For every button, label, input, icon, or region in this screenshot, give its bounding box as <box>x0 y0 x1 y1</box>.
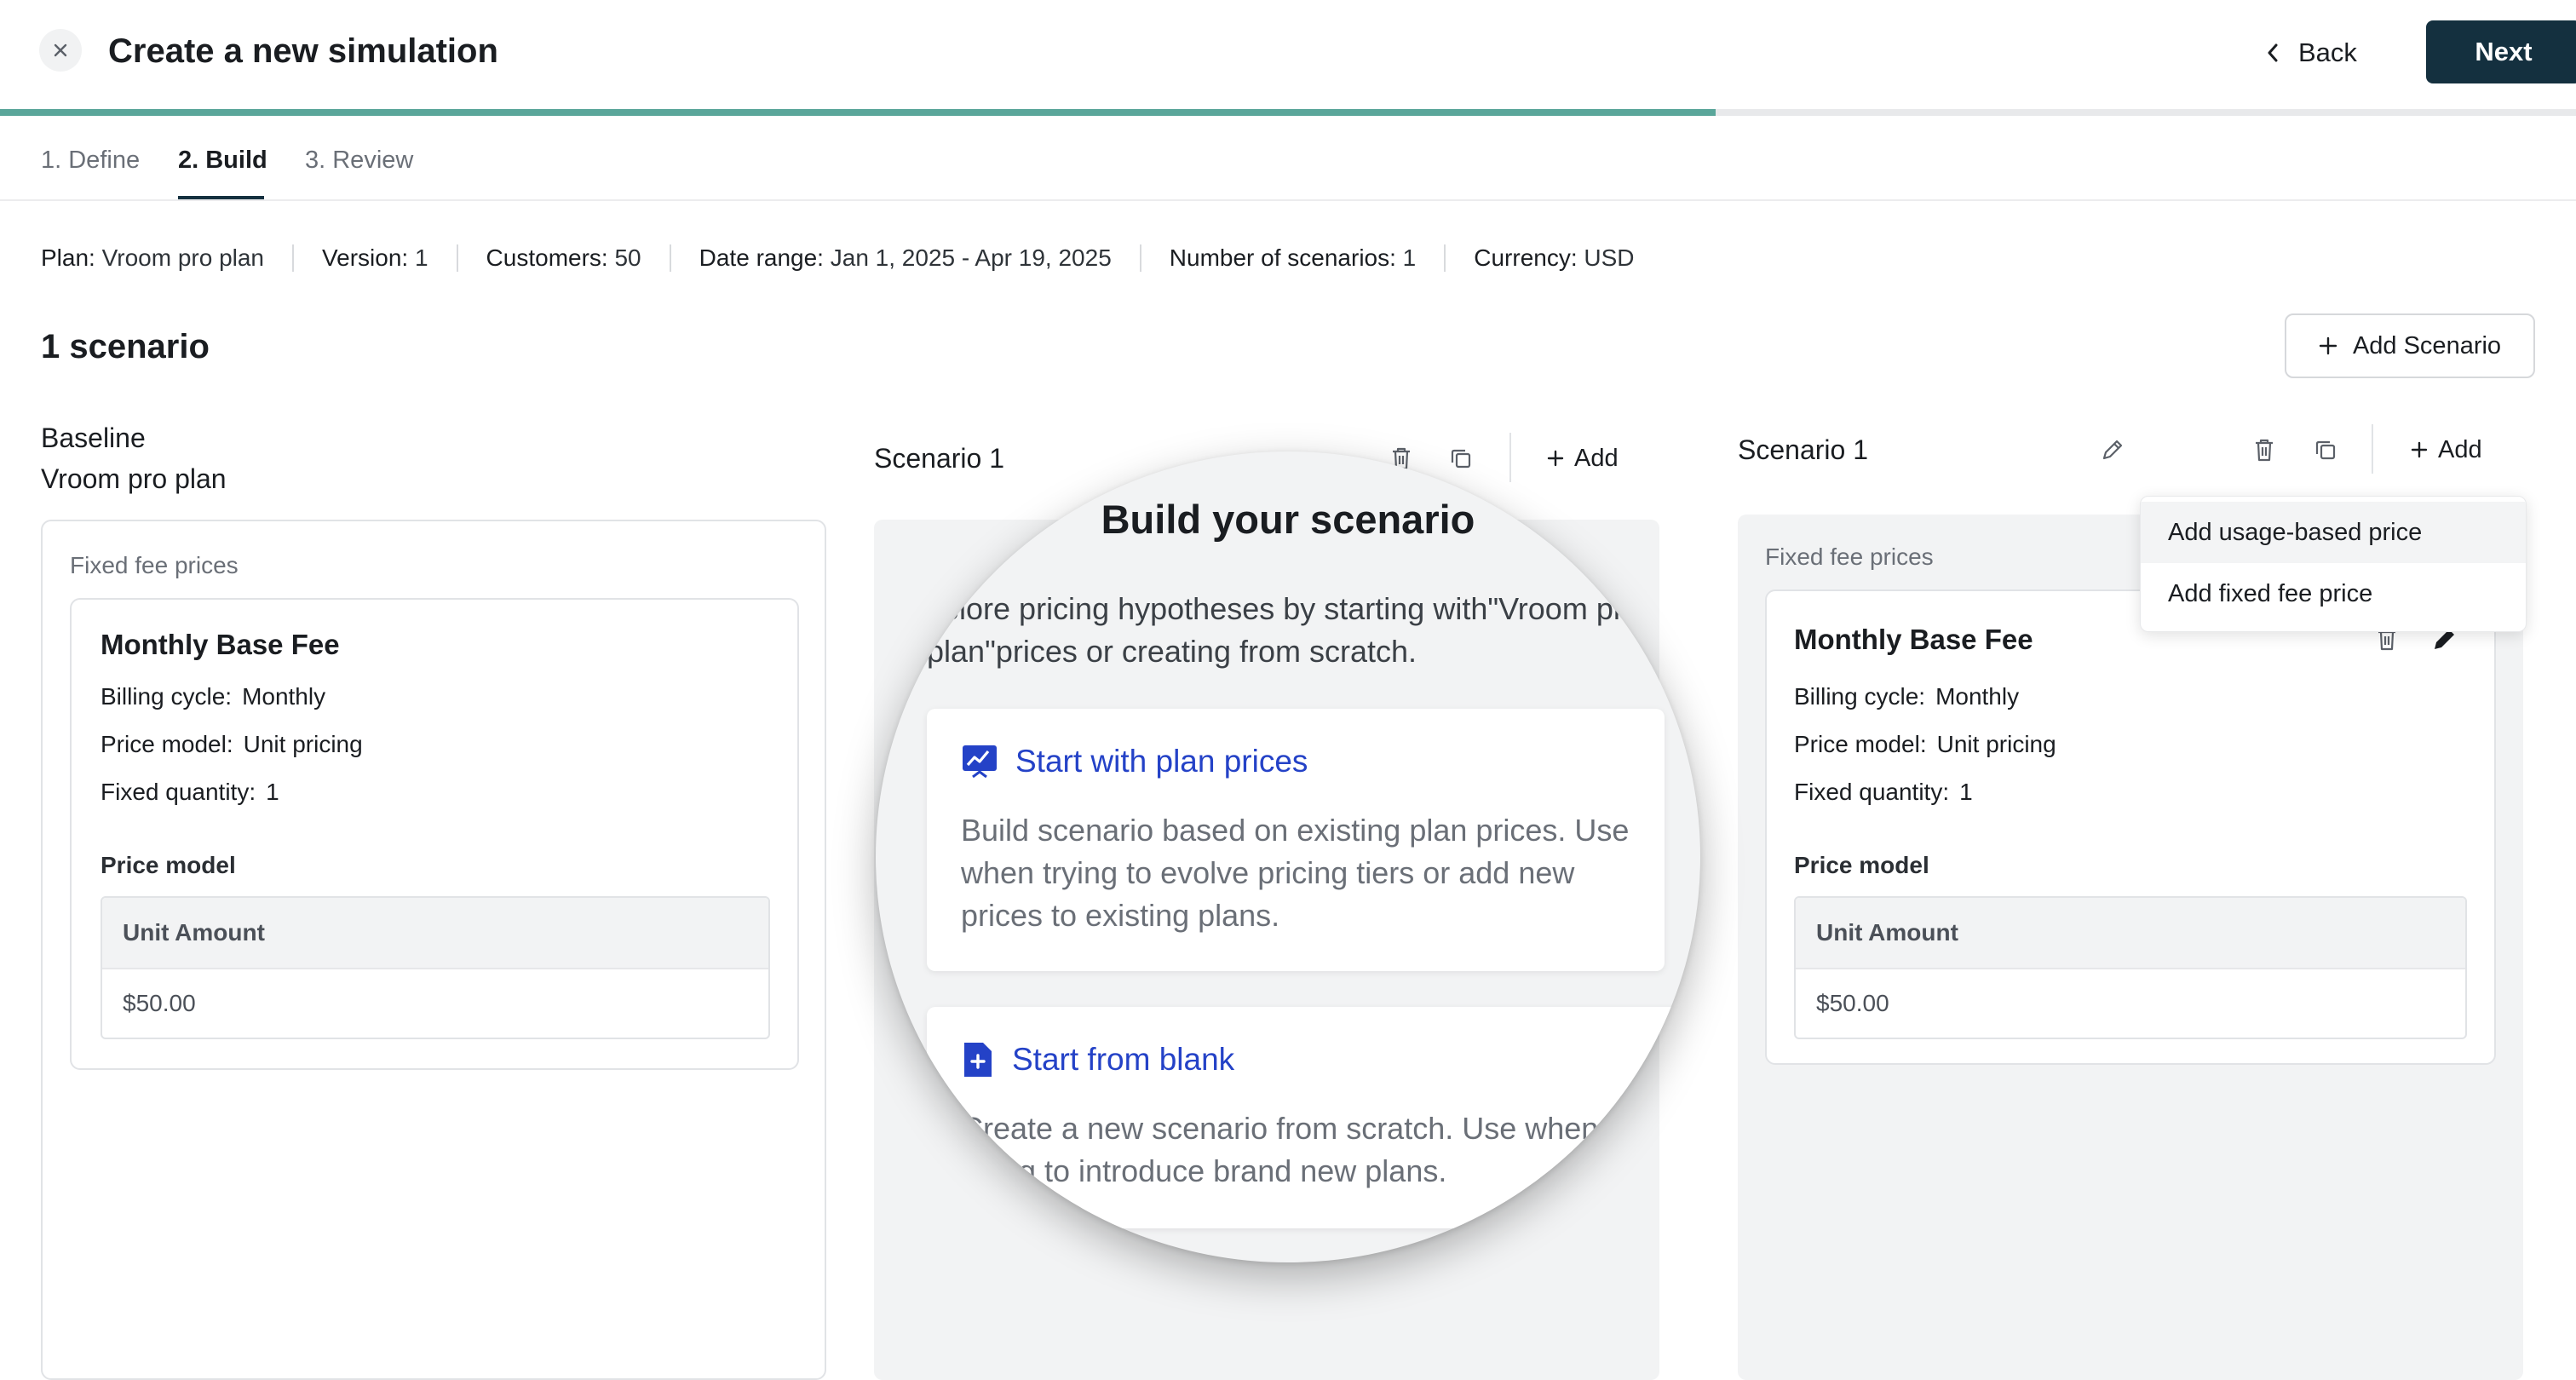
option-description: Create a new scenario from scratch. Use … <box>961 1111 1599 1188</box>
billing-cycle: Billing cycle: Monthly <box>101 683 326 710</box>
price-model: Price model: Unit pricing <box>1794 731 2056 757</box>
page-title: Create a new simulation <box>108 32 498 70</box>
back-button[interactable]: Back <box>2266 24 2357 82</box>
table-header: Unit Amount <box>1796 898 2465 968</box>
table-cell: $50.00 <box>1796 968 2465 1038</box>
price-card: Monthly Base Fee Billing cycle: Monthly P… <box>70 598 799 1070</box>
option-title: Start with plan prices <box>961 743 1308 780</box>
info-date-range: Date range: Jan 1, 2025 - Apr 19, 2025 <box>669 244 1140 272</box>
add-price-menu: Add usage-based price Add fixed fee pric… <box>2140 496 2527 632</box>
baseline-panel: Fixed fee prices Monthly Base Fee Billin… <box>41 520 826 1380</box>
back-label: Back <box>2298 37 2357 67</box>
menu-item-add-fixed-fee-price[interactable]: Add fixed fee price <box>2141 563 2526 624</box>
billing-cycle: Billing cycle: Monthly <box>1794 683 2020 710</box>
section-label: Fixed fee prices <box>1765 543 1934 570</box>
divider <box>1509 433 1511 482</box>
chart-icon <box>961 743 998 780</box>
trash-icon <box>2253 437 2275 463</box>
build-scenario-title: Build your scenario <box>1101 497 1475 542</box>
table-cell: $50.00 <box>102 968 768 1038</box>
new-document-icon <box>961 1041 995 1078</box>
copy-icon <box>2314 438 2337 462</box>
rename-scenario-button[interactable] <box>2094 431 2131 469</box>
scenario-name: Scenario 1 <box>1738 434 1868 465</box>
scenario-name: Scenario 1 <box>874 443 1004 474</box>
add-price-button[interactable]: Add <box>2411 431 2482 469</box>
plus-icon <box>2319 336 2337 355</box>
fixed-quantity: Fixed quantity: 1 <box>101 779 279 805</box>
start-with-plan-prices-card[interactable]: Start with plan prices Build scenario ba… <box>927 709 1665 971</box>
info-customers: Customers: 50 <box>456 244 670 272</box>
tab-build[interactable]: 2. Build <box>178 145 267 175</box>
add-scenario-label: Add Scenario <box>2352 331 2502 359</box>
info-currency: Currency: USD <box>1444 244 1662 272</box>
price-card: Monthly Base Fee Billing cycle: Monthly P… <box>1765 589 2496 1065</box>
progress-bar <box>0 109 2576 116</box>
divider <box>0 199 2576 201</box>
tab-define[interactable]: 1. Define <box>41 145 140 175</box>
table-header: Unit Amount <box>102 898 768 968</box>
duplicate-scenario-button[interactable] <box>2307 431 2344 469</box>
add-scenario-button[interactable]: Add Scenario <box>2285 313 2535 378</box>
progress-fill <box>0 109 1716 116</box>
price-model-label: Price model <box>1794 852 1929 878</box>
section-label: Fixed fee prices <box>70 552 239 578</box>
unit-amount-table: Unit Amount $50.00 <box>101 896 770 1039</box>
pencil-icon <box>2100 437 2125 463</box>
duplicate-scenario-button[interactable] <box>1444 440 1478 477</box>
close-icon <box>52 42 69 59</box>
baseline-heading: Baseline <box>41 423 146 453</box>
build-scenario-description: xplore pricing hypotheses by starting wi… <box>927 591 1641 669</box>
delete-scenario-button[interactable] <box>2245 431 2283 469</box>
simulation-summary-bar: Plan: Vroom pro plan Version: 1 Customer… <box>41 241 1663 275</box>
copy-icon <box>1449 446 1473 470</box>
plus-icon <box>1547 450 1564 467</box>
magnifier-overlay: Build your scenario xplore pricing hypot… <box>876 451 1700 1262</box>
scenario-count-heading: 1 scenario <box>41 328 210 365</box>
price-model: Price model: Unit pricing <box>101 731 363 757</box>
next-button[interactable]: Next <box>2426 20 2576 83</box>
fixed-quantity: Fixed quantity: 1 <box>1794 779 1973 805</box>
info-version: Version: 1 <box>292 244 457 272</box>
option-title: Start from blank <box>961 1041 1234 1078</box>
tab-review[interactable]: 3. Review <box>305 145 413 175</box>
price-model-label: Price model <box>101 852 236 878</box>
chevron-left-icon <box>2266 43 2280 63</box>
baseline-plan-name: Vroom pro plan <box>41 463 227 494</box>
price-card-title: Monthly Base Fee <box>101 629 340 660</box>
menu-item-add-usage-price[interactable]: Add usage-based price <box>2141 502 2526 563</box>
divider <box>2372 424 2373 474</box>
price-card-title: Monthly Base Fee <box>1794 624 2033 655</box>
scenario-panel: Fixed fee prices Monthly Base Fee Billin… <box>1738 515 2523 1380</box>
plus-icon <box>2411 441 2428 458</box>
option-description: Build scenario based on existing plan pr… <box>961 813 1630 933</box>
add-price-button[interactable]: Add <box>1547 440 1619 477</box>
unit-amount-table: Unit Amount $50.00 <box>1794 896 2467 1039</box>
start-from-blank-card[interactable]: Start from blank Create a new scenario f… <box>927 1007 1693 1228</box>
info-plan: Plan: Vroom pro plan <box>41 244 265 271</box>
info-scenario-count: Number of scenarios: 1 <box>1139 244 1444 272</box>
close-button[interactable] <box>39 29 82 72</box>
